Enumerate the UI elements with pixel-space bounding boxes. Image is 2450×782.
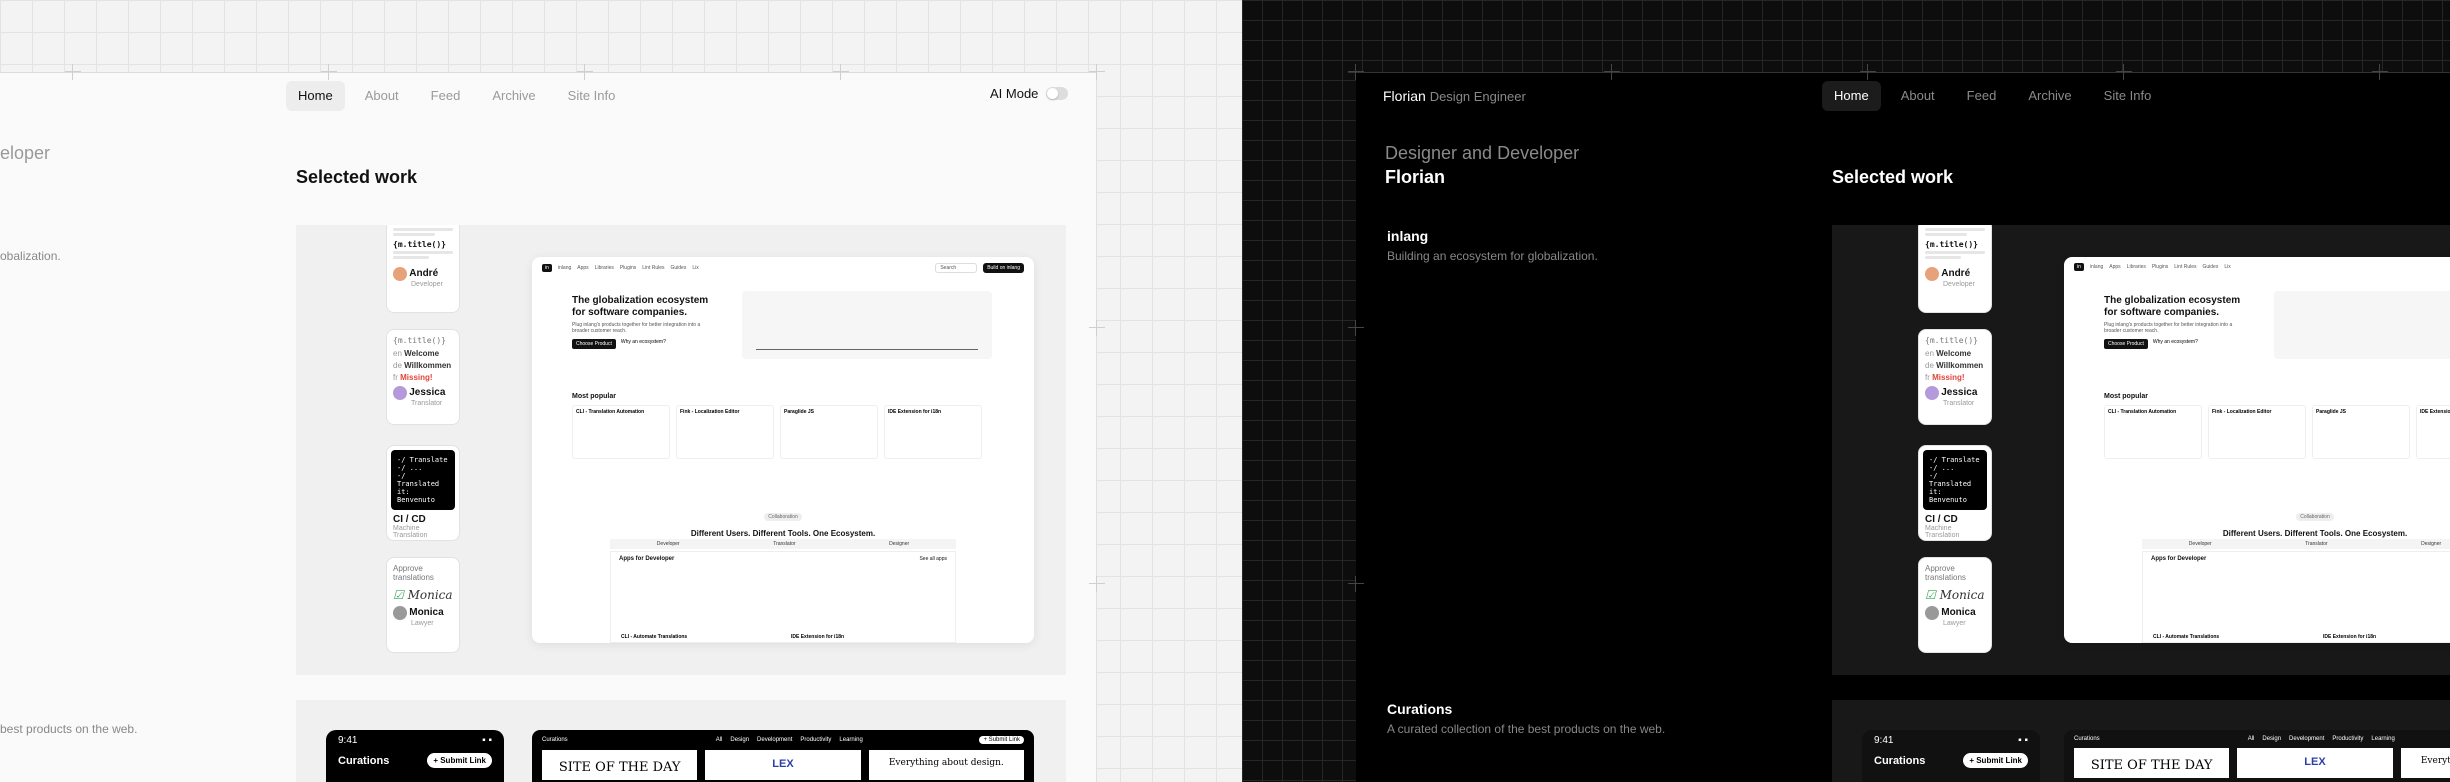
ci-card: -/ Translate -/ ... -/ Translated it: Benv… — [1918, 445, 1992, 541]
plus-icon — [1604, 64, 1620, 80]
selected-work-title: Selected work — [296, 167, 418, 187]
translator-card: {m.title()} en Welcome de Willkommen fr … — [386, 329, 460, 425]
logo-icon: in — [2074, 263, 2084, 271]
selected-work-title: Selected work — [1832, 167, 1954, 187]
plus-icon — [65, 64, 81, 80]
lawyer-card: Approve translations ☑ Monica Monica Lawy… — [1918, 557, 1992, 653]
divider — [0, 72, 1097, 73]
ai-mode-label: AI Mode — [990, 86, 1039, 101]
avatar — [393, 386, 407, 400]
project-desc: A curated collection of the best product… — [1387, 722, 1666, 736]
avatar — [1925, 386, 1939, 400]
ci-card: -/ Translate -/ ... -/ Translated it: Benv… — [386, 445, 460, 541]
plus-icon — [1348, 320, 1364, 336]
curations-phone-mock: 9:41 ▪ ▪ Curations + Submit Link — [326, 730, 504, 782]
avatar — [1925, 267, 1939, 281]
project-title[interactable]: Curations — [1387, 701, 1452, 717]
curations-showcase[interactable]: 9:41 ▪ ▪ Curations + Submit Link Curation… — [296, 700, 1066, 782]
dark-preview: Florian Design Engineer Home About Feed … — [1242, 0, 2450, 782]
plus-icon — [2116, 64, 2132, 80]
project-desc: Building an ecosystem for globalization. — [1387, 249, 1598, 263]
nav-site-info[interactable]: Site Info — [556, 81, 628, 111]
plus-icon — [1089, 64, 1105, 80]
project-desc: best products on the web. — [0, 722, 138, 736]
developer-card: {m.title()} André Developer — [1918, 225, 1992, 313]
lawyer-card: Approve translations ☑ Monica Monica Lawy… — [386, 557, 460, 653]
inlang-showcase[interactable]: {m.title()} André Developer {m.title()} … — [296, 225, 1066, 675]
curations-site-mock: Curations All Design Development Productivi… — [532, 730, 1034, 782]
inlang-showcase[interactable]: {m.title()} André Developer {m.title()} … — [1832, 225, 2450, 675]
plus-icon — [1860, 64, 1876, 80]
avatar — [393, 267, 407, 281]
check-icon: ☑ — [1925, 588, 1936, 602]
tagline: eloper — [0, 143, 51, 163]
page-title: Florian — [1385, 167, 1446, 187]
inlang-browser-mock: in inlang Apps Libraries Plugins Lint Rules… — [2064, 257, 2450, 643]
nav-about[interactable]: About — [1889, 81, 1947, 111]
plus-icon — [1348, 64, 1364, 80]
plus-icon — [1348, 576, 1364, 592]
ai-mode-toggle[interactable]: AI Mode — [990, 86, 1069, 101]
divider — [1348, 72, 2450, 73]
plus-icon — [2372, 64, 2388, 80]
curations-site-mock: Curations All Design Development Productivi… — [2064, 730, 2450, 782]
status-icons: ▪ ▪ — [2018, 735, 2028, 746]
main-nav: Home About Feed Archive Site Info — [1822, 81, 2163, 111]
nav-archive[interactable]: Archive — [2016, 81, 2083, 111]
inlang-browser-mock: in inlang Apps Libraries Plugins Lint Rules… — [532, 257, 1034, 643]
plus-icon — [1089, 320, 1105, 336]
logo-icon: in — [542, 264, 552, 272]
nav-home[interactable]: Home — [286, 81, 345, 111]
nav-feed[interactable]: Feed — [1955, 81, 2009, 111]
translator-card: {m.title()} en Welcome de Willkommen fr … — [1918, 329, 1992, 425]
plus-icon — [321, 64, 337, 80]
plus-icon — [833, 64, 849, 80]
curations-phone-mock: 9:41 ▪ ▪ Curations + Submit Link — [1862, 730, 2040, 782]
light-preview: Home About Feed Archive Site Info AI Mod… — [0, 0, 1242, 782]
avatar — [393, 606, 407, 620]
curations-showcase[interactable]: 9:41 ▪ ▪ Curations + Submit Link Curation… — [1832, 700, 2450, 782]
developer-card: {m.title()} André Developer — [386, 225, 460, 313]
nav-about[interactable]: About — [353, 81, 411, 111]
toggle-switch[interactable] — [1046, 87, 1069, 100]
nav-site-info[interactable]: Site Info — [2092, 81, 2164, 111]
nav-home[interactable]: Home — [1822, 81, 1881, 111]
nav-feed[interactable]: Feed — [419, 81, 473, 111]
plus-icon — [1089, 576, 1105, 592]
main-nav: Home About Feed Archive Site Info — [286, 81, 627, 111]
project-title[interactable]: inlang — [1387, 228, 1428, 244]
tagline: Designer and Developer — [1385, 143, 1580, 163]
brand[interactable]: Florian Design Engineer — [1383, 88, 1526, 104]
plus-icon — [577, 64, 593, 80]
avatar — [1925, 606, 1939, 620]
check-icon: ☑ — [393, 588, 404, 602]
project-desc: obalization. — [0, 249, 61, 263]
nav-archive[interactable]: Archive — [480, 81, 547, 111]
status-icons: ▪ ▪ — [482, 735, 492, 746]
